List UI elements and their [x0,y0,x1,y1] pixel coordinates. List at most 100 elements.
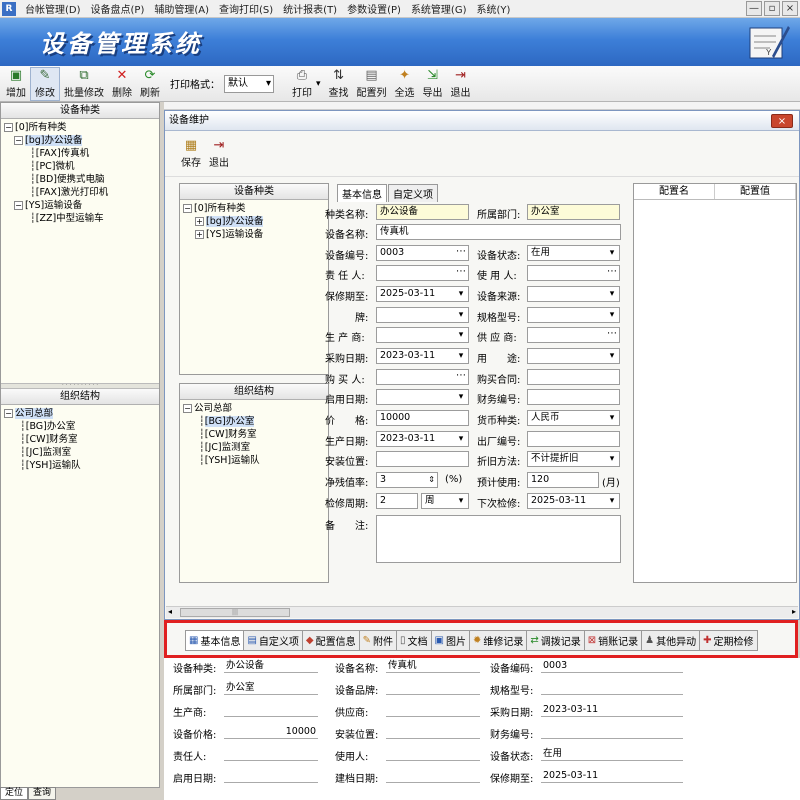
maker-select[interactable] [376,327,469,343]
menu-item-inventory[interactable]: 设备盘点(P) [86,1,150,16]
scroll-left-icon[interactable]: ◂ [168,607,172,616]
supplier-field[interactable] [527,327,620,343]
scrollbar-thumb[interactable]: ||| [180,608,290,617]
minimize-button[interactable]: — [746,1,762,16]
residual-field[interactable]: 3 ⇕ [376,472,438,488]
contract-field[interactable] [527,369,620,385]
purpose-select[interactable] [527,348,620,364]
delete-button[interactable]: ✕ 删除 [108,67,136,101]
select-all-button[interactable]: ✦ 全选 [391,67,419,101]
purchase-date-field[interactable]: 2023-03-11 [376,348,469,364]
expand-icon[interactable]: + [195,217,204,226]
tree-node[interactable]: ┆[CW]财务室 [4,433,156,446]
model-select[interactable] [527,307,620,323]
tab-repair-records[interactable]: ✹ 维修记录 [468,630,528,651]
tab-images[interactable]: ▣ 图片 [430,630,470,651]
tree-node[interactable]: + [bg]办公设备 [183,215,325,228]
menu-item-ledger[interactable]: 台帐管理(D) [20,1,86,16]
tab-custom-items[interactable]: ▤ 自定义项 [243,630,303,651]
collapse-icon[interactable]: − [183,204,192,213]
depr-select[interactable]: 不计提折旧 [527,451,620,467]
tree-node[interactable]: ┆[BG]办公室 [183,415,325,428]
collapse-icon[interactable]: − [4,409,13,418]
buyer-field[interactable] [376,369,469,385]
fin-code-field[interactable] [527,389,620,405]
currency-select[interactable]: 人民币 [527,410,620,426]
batch-edit-button[interactable]: ⧉ 批量修改 [60,67,108,101]
menu-item-system[interactable]: 系统(Y) [472,1,516,16]
brand-select[interactable] [376,307,469,323]
start-date-field[interactable] [376,389,469,405]
tree-node[interactable]: ┆[ZZ]中型运输车 [4,212,156,225]
tree-node[interactable]: − [YS]运输设备 [4,199,156,212]
add-button[interactable]: ▣ 增加 [2,67,30,101]
category-field[interactable]: 办公设备 [376,204,469,220]
name-field[interactable]: 传真机 [376,224,621,240]
find-button[interactable]: ⇅ 查找 [325,67,353,101]
collapse-icon[interactable]: − [183,404,192,413]
edit-button[interactable]: ✎ 修改 [30,66,60,101]
tree-node[interactable]: ┆[JC]监测室 [183,441,325,454]
tab-custom-items[interactable]: 自定义项 [388,184,438,202]
remark-field[interactable] [376,515,621,563]
print-format-select[interactable]: 默认 [224,74,274,93]
tab-basic-info[interactable]: 基本信息 [337,184,387,202]
collapse-icon[interactable]: − [4,123,13,132]
config-value-column[interactable]: 配置值 [715,184,796,199]
print-dropdown-icon[interactable]: ▾ [316,79,321,89]
tree-node[interactable]: ┆[JC]监测室 [4,446,156,459]
tab-documents[interactable]: ▯ 文档 [396,630,432,651]
dialog-exit-button[interactable]: ⇥ 退出 [205,133,233,175]
tab-writeoff-records[interactable]: ⊠ 销账记录 [583,630,643,651]
refresh-button[interactable]: ⟳ 刷新 [136,67,164,101]
tree-node[interactable]: ┆[BD]便携式电脑 [4,173,156,186]
user-field[interactable] [527,265,620,281]
expand-icon[interactable]: + [195,230,204,239]
menu-item-query-print[interactable]: 查询打印(S) [214,1,278,16]
menu-item-reports[interactable]: 统计报表(T) [278,1,342,16]
tree-node[interactable]: + [YS]运输设备 [183,228,325,241]
scroll-right-icon[interactable]: ▸ [792,607,796,616]
tree-node[interactable]: ┆[FAX]激光打印机 [4,186,156,199]
location-field[interactable] [376,451,469,467]
tree-node[interactable]: ┆[YSH]运输队 [4,459,156,472]
restore-button[interactable]: ▫ [764,1,780,16]
tab-basic-info[interactable]: ▦ 基本信息 [185,630,245,651]
warranty-date-field[interactable]: 2025-03-11 [376,286,469,302]
tree-node[interactable]: − [0]所有种类 [4,121,156,134]
tab-attachments[interactable]: ✎ 附件 [358,630,397,651]
tree-node[interactable]: ┆[YSH]运输队 [183,454,325,467]
cycle-unit-select[interactable]: 周 [421,493,469,509]
collapse-icon[interactable]: − [14,136,23,145]
code-field[interactable]: 0003 [376,245,469,261]
collapse-icon[interactable]: − [14,201,23,210]
tab-query[interactable]: 查询 [28,787,57,800]
menu-item-params[interactable]: 参数设置(P) [342,1,406,16]
owner-field[interactable] [376,265,469,281]
prod-date-field[interactable]: 2023-03-11 [376,431,469,447]
dialog-close-button[interactable]: × [771,114,793,128]
factory-code-field[interactable] [527,431,620,447]
config-columns-button[interactable]: ▤ 配置列 [353,67,391,101]
status-select[interactable]: 在用 [527,245,620,261]
tab-config-info[interactable]: ◆ 配置信息 [301,630,360,651]
source-select[interactable] [527,286,620,302]
cycle-field[interactable]: 2 [376,493,418,509]
config-name-column[interactable]: 配置名 [634,184,715,199]
tree-node[interactable]: − 公司总部 [4,407,156,420]
menu-item-aux[interactable]: 辅助管理(A) [149,1,214,16]
dept-field[interactable]: 办公室 [527,204,620,220]
tree-node[interactable]: ┆[FAX]传真机 [4,147,156,160]
export-button[interactable]: ⇲ 导出 [419,67,447,101]
expected-field[interactable]: 120 [527,472,599,488]
tree-node[interactable]: − [bg]办公设备 [4,134,156,147]
print-button[interactable]: ⎙ 打印 [288,67,316,101]
horizontal-scrollbar[interactable]: ◂ ||| ▸ [166,606,798,618]
exit-button[interactable]: ⇥ 退出 [447,67,475,101]
menu-item-sysmgmt[interactable]: 系统管理(G) [406,1,472,16]
save-button[interactable]: ▦ 保存 [177,133,205,175]
tree-node[interactable]: − [0]所有种类 [183,202,325,215]
tree-node[interactable]: ┆[PC]微机 [4,160,156,173]
tree-node[interactable]: ┆[BG]办公室 [4,420,156,433]
stepper-icon[interactable]: ⇕ [428,473,435,487]
